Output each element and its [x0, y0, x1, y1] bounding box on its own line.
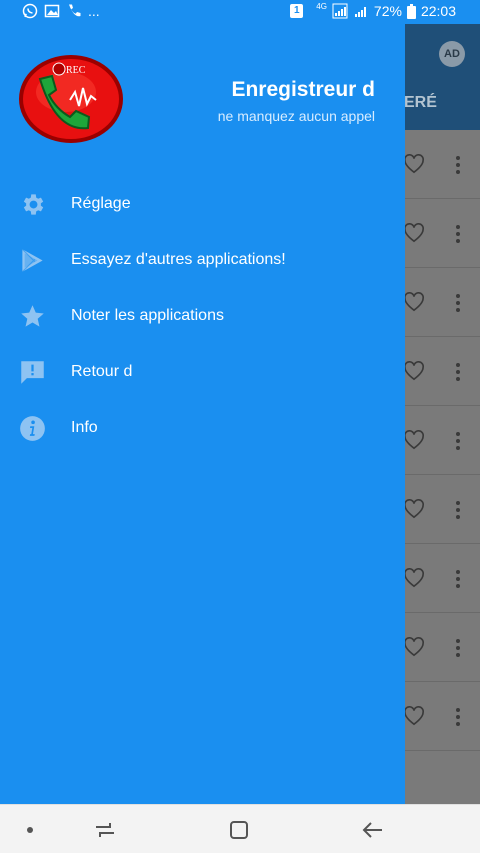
favorite-heart-icon[interactable] [403, 154, 425, 174]
menu-item-settings[interactable]: Réglage [0, 176, 405, 232]
whatsapp-icon [22, 3, 38, 19]
system-nav-bar [0, 804, 480, 853]
gallery-icon [44, 4, 60, 18]
network-type: 4G [316, 2, 327, 11]
phone-icon [69, 4, 81, 17]
status-more: ... [88, 3, 100, 19]
menu-item-info[interactable]: Info [0, 400, 405, 456]
play-store-icon [21, 248, 43, 273]
background-tab-label: ERÉ [404, 94, 437, 111]
more-options-icon[interactable] [455, 225, 461, 243]
clock: 22:03 [420, 3, 456, 19]
menu-label-info: Info [71, 419, 98, 436]
more-options-icon[interactable] [455, 501, 461, 519]
more-options-icon[interactable] [455, 639, 461, 657]
recents-icon[interactable] [92, 817, 118, 843]
more-options-icon[interactable] [455, 570, 461, 588]
drawer-menu: Réglage Essayez d'autres applications! N… [0, 176, 405, 456]
gear-icon [23, 194, 44, 215]
favorite-heart-icon[interactable] [403, 361, 425, 381]
navigation-drawer: REC Enregistreur d ne manquez aucun appe… [0, 24, 405, 804]
menu-label-settings: Réglage [71, 195, 131, 212]
more-options-icon[interactable] [455, 156, 461, 174]
status-bar: ... 1 4G 72% 22:03 [0, 0, 480, 24]
battery-percent: 72% [373, 3, 402, 19]
more-options-icon[interactable] [455, 363, 461, 381]
favorite-heart-icon[interactable] [403, 568, 425, 588]
dot-icon[interactable] [17, 817, 43, 843]
back-icon[interactable] [360, 817, 386, 843]
menu-item-feedback[interactable]: Retour d [0, 344, 405, 400]
app-logo: REC [19, 55, 123, 143]
feedback-icon [21, 361, 44, 384]
signal-icon [332, 3, 348, 19]
app-subtitle: ne manquez aucun appel [217, 108, 375, 124]
sim-badge: 1 [290, 4, 304, 18]
favorite-heart-icon[interactable] [403, 637, 425, 657]
menu-label-feedback: Retour d [71, 363, 133, 380]
info-icon [20, 416, 45, 441]
ad-badge[interactable]: AD [439, 41, 465, 67]
favorite-heart-icon[interactable] [403, 430, 425, 450]
home-icon[interactable] [226, 817, 252, 843]
battery-icon [406, 3, 416, 19]
star-icon [21, 305, 44, 327]
favorite-heart-icon[interactable] [403, 292, 425, 312]
menu-label-other-apps: Essayez d'autres applications! [71, 251, 286, 268]
logo-text: REC [66, 65, 86, 76]
app-title: Enregistreur d [231, 78, 375, 101]
more-options-icon[interactable] [455, 432, 461, 450]
more-options-icon[interactable] [455, 294, 461, 312]
menu-item-other-apps[interactable]: Essayez d'autres applications! [0, 232, 405, 288]
menu-label-rate-apps: Noter les applications [71, 307, 224, 324]
signal-icon-2 [354, 7, 366, 17]
favorite-heart-icon[interactable] [403, 706, 425, 726]
favorite-heart-icon[interactable] [403, 223, 425, 243]
favorite-heart-icon[interactable] [403, 499, 425, 519]
menu-item-rate-apps[interactable]: Noter les applications [0, 288, 405, 344]
more-options-icon[interactable] [455, 708, 461, 726]
